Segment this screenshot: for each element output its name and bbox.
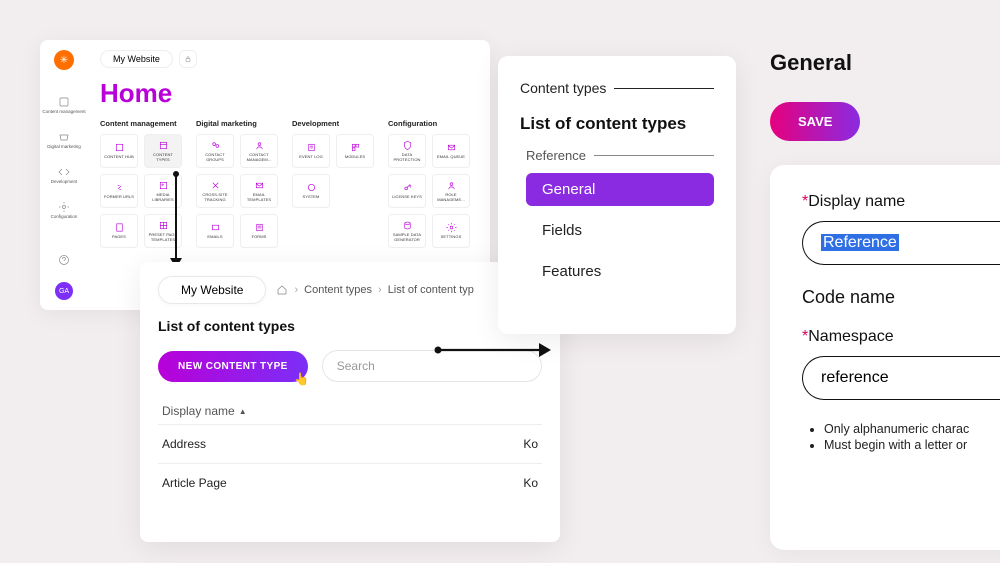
sidebar-item-help[interactable] <box>56 250 72 270</box>
list-title: List of content types <box>158 318 542 334</box>
namespace-label: *Namespace <box>802 328 1000 346</box>
namespace-input[interactable]: reference <box>802 356 1000 400</box>
section-heading: Development <box>292 119 374 128</box>
breadcrumb: › Content types › List of content typ <box>276 284 473 296</box>
content-type-nav-panel: Content types List of content types Refe… <box>498 56 736 334</box>
tab-features[interactable]: Features <box>526 255 714 288</box>
tab-fields[interactable]: Fields <box>526 214 714 247</box>
content-types-table: Display name ▲ Address Ko Article Page K… <box>158 398 542 502</box>
section-heading: Configuration <box>388 119 470 128</box>
topbar: My Website <box>100 50 478 68</box>
tile-content-hub[interactable]: CONTENT HUB <box>100 134 138 168</box>
app-grid: Content management CONTENT HUB CONTENT T… <box>100 119 478 254</box>
panel-title: List of content types <box>520 114 714 134</box>
tile-pages[interactable]: PAGES <box>100 214 138 248</box>
hint-item: Only alphanumeric charac <box>824 422 1000 436</box>
home-icon[interactable] <box>276 284 288 296</box>
new-content-type-button[interactable]: NEW CONTENT TYPE 👆 <box>158 351 308 382</box>
row-trail: Ko <box>523 476 538 490</box>
hint-item: Must begin with a letter or <box>824 438 1000 452</box>
tile-system[interactable]: SYSTEM <box>292 174 330 208</box>
form-title: General <box>770 50 1000 76</box>
tile-contact-groups[interactable]: CONTACT GROUPS <box>196 134 234 168</box>
tile-forms[interactable]: FORMS <box>240 214 278 248</box>
user-avatar[interactable]: GA <box>55 282 73 300</box>
tile-event-log[interactable]: EVENT LOG <box>292 134 330 168</box>
code-name-heading: Code name <box>802 287 1000 308</box>
page-title: Home <box>100 78 478 109</box>
tile-email-templates[interactable]: EMAIL TEMPLATES <box>240 174 278 208</box>
save-button[interactable]: SAVE <box>770 102 860 141</box>
sidebar-item-configuration[interactable]: Configuration <box>49 197 80 224</box>
divider-line <box>614 88 714 89</box>
sort-ascending-icon: ▲ <box>239 407 247 416</box>
breadcrumb-item: List of content typ <box>388 284 474 296</box>
chevron-right-icon: › <box>378 284 382 296</box>
tile-modules[interactable]: MODULES <box>336 134 374 168</box>
tile-license-keys[interactable]: LICENSE KEYS <box>388 174 426 208</box>
table-row[interactable]: Address Ko <box>158 424 542 463</box>
breadcrumb-site[interactable]: My Website <box>158 276 266 304</box>
column-header-name: Display name <box>162 404 235 418</box>
table-header[interactable]: Display name ▲ <box>158 398 542 424</box>
panel-breadcrumb: Content types <box>520 80 714 96</box>
row-trail: Ko <box>523 437 538 451</box>
section-heading: Content management <box>100 119 182 128</box>
display-name-label: *Display name <box>802 193 1000 211</box>
site-selector[interactable]: My Website <box>100 50 173 68</box>
content-types-list-panel: My Website › Content types › List of con… <box>140 262 560 542</box>
tile-sample-data-generator[interactable]: SAMPLE DATA GENERATOR <box>388 214 426 248</box>
general-form-panel: General SAVE *Display name Reference Cod… <box>770 50 1000 550</box>
lock-button[interactable] <box>179 50 197 68</box>
breadcrumb-item[interactable]: Content types <box>304 284 372 296</box>
sidebar-item-label: Content management <box>42 110 85 115</box>
section-configuration: Configuration DATA PROTECTION EMAIL QUEU… <box>388 119 470 254</box>
tile-emails[interactable]: EMAILS <box>196 214 234 248</box>
tile-contact-management[interactable]: CONTACT MANAGEM... <box>240 134 278 168</box>
row-name: Article Page <box>162 476 227 490</box>
tile-settings[interactable]: SETTINGS <box>432 214 470 248</box>
form-card: *Display name Reference Code name *Names… <box>770 165 1000 550</box>
breadcrumb-bar: My Website › Content types › List of con… <box>158 276 542 304</box>
section-development: Development EVENT LOG MODULES SYSTEM <box>292 119 374 254</box>
flow-arrow-icon <box>433 340 553 360</box>
lock-icon <box>184 55 192 63</box>
chevron-right-icon: › <box>294 284 298 296</box>
main-sidebar: ✳ Content management Digital marketing D… <box>40 40 88 310</box>
sidebar-item-digital-marketing[interactable]: Digital marketing <box>45 127 83 154</box>
sidebar-item-label: Development <box>51 180 78 185</box>
section-heading: Digital marketing <box>196 119 278 128</box>
tile-role-management[interactable]: ROLE MANAGEME... <box>432 174 470 208</box>
brand-logo-icon[interactable]: ✳ <box>54 50 74 70</box>
sidebar-item-content-management[interactable]: Content management <box>40 92 87 119</box>
tile-content-types[interactable]: CONTENT TYPES <box>144 134 182 168</box>
table-row[interactable]: Article Page Ko <box>158 463 542 502</box>
sidebar-item-label: Digital marketing <box>47 145 81 150</box>
divider-line <box>594 155 714 156</box>
content-type-name: Reference <box>526 148 714 163</box>
row-name: Address <box>162 437 206 451</box>
sidebar-item-label: Configuration <box>51 215 78 220</box>
flow-arrow-icon <box>166 170 186 270</box>
section-digital-marketing: Digital marketing CONTACT GROUPS CONTACT… <box>196 119 278 254</box>
sidebar-item-development[interactable]: Development <box>49 162 80 189</box>
tile-former-urls[interactable]: FORMER URLS <box>100 174 138 208</box>
display-name-input[interactable]: Reference <box>802 221 1000 265</box>
tile-email-queue[interactable]: EMAIL QUEUE <box>432 134 470 168</box>
content-type-tabs: General Fields Features <box>526 173 714 288</box>
cursor-icon: 👆 <box>294 372 309 386</box>
tab-general[interactable]: General <box>526 173 714 206</box>
namespace-hints: Only alphanumeric charac Must begin with… <box>802 422 1000 452</box>
tile-data-protection[interactable]: DATA PROTECTION <box>388 134 426 168</box>
tile-cross-site-tracking[interactable]: CROSS-SITE TRACKING <box>196 174 234 208</box>
